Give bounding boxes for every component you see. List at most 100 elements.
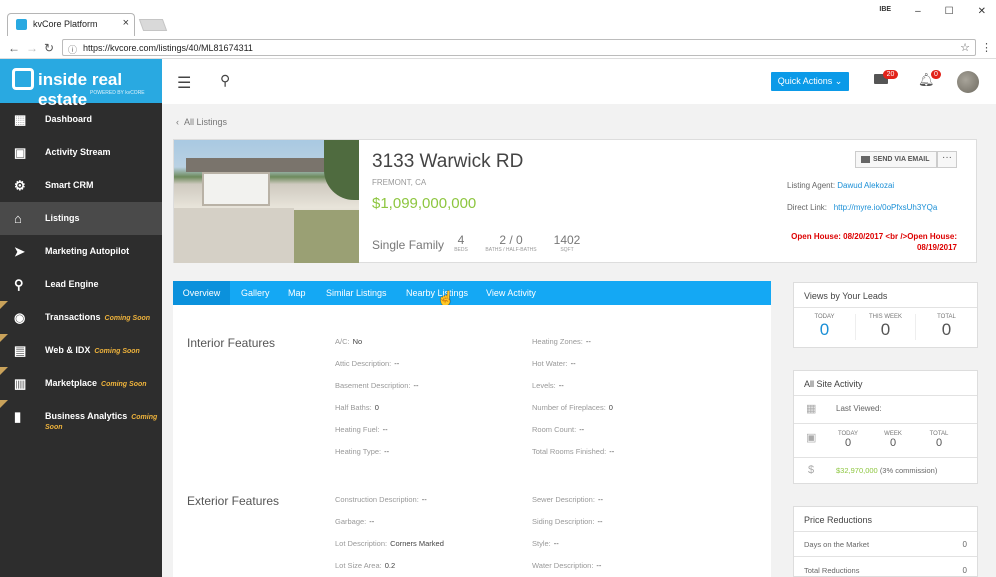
sqft-label: SQFT	[560, 247, 574, 253]
listing-card: 3133 Warwick RD FREMONT, CA $1,099,000,0…	[173, 139, 977, 263]
logo[interactable]: inside real estate POWERED BY kvCORE	[0, 59, 162, 109]
sidebar-item-dashboard[interactable]: ▦ Dashboard	[0, 103, 162, 136]
sidebar-item-smart-crm[interactable]: ⚙ Smart CRM	[0, 169, 162, 202]
feature-row: Sewer Description: --	[532, 495, 603, 504]
beds-stat: 4 BEDS	[451, 233, 471, 253]
activity-week-value: 0	[889, 437, 897, 449]
back-arrow-icon[interactable]: ←	[8, 41, 20, 55]
commission-text: $32,970,000 (3% commission)	[836, 466, 937, 475]
sidebar-item-label: Marketing Autopilot	[45, 246, 130, 256]
coming-soon-corner	[0, 400, 8, 408]
feature-row: Attic Description: --	[335, 359, 399, 368]
avatar[interactable]	[957, 71, 979, 93]
reload-icon[interactable]: ↻	[44, 41, 54, 55]
quick-actions-label: Quick Actions	[777, 76, 833, 86]
feature-row: Heating Zones: --	[532, 337, 591, 346]
days-on-market-value: 0	[962, 540, 967, 549]
new-tab-button[interactable]	[138, 19, 168, 31]
send-via-email-button[interactable]: SEND VIA EMAIL	[855, 151, 937, 168]
info-icon[interactable]: ⓘ	[68, 43, 77, 56]
feature-value: --	[384, 447, 390, 456]
feature-key: Water Description:	[532, 561, 594, 570]
total-reductions-value: 0	[962, 566, 967, 575]
forward-arrow-icon[interactable]: →	[26, 41, 38, 55]
garage-door	[202, 172, 270, 206]
url-input[interactable]: ⓘ https://kvcore.com/listings/40/ML81674…	[62, 39, 976, 56]
feature-row: Water Description: --	[532, 561, 601, 570]
feature-row: Lot Description: Corners Marked	[335, 539, 444, 548]
beds-value: 4	[457, 233, 465, 247]
agent-label: Listing Agent:	[787, 181, 836, 190]
sidebar-item-label: Transactions	[45, 312, 101, 322]
tab-close-icon[interactable]: ×	[123, 17, 129, 29]
sidebar-item-web-idx[interactable]: ▤ Web & IDX Coming Soon	[0, 334, 162, 367]
breadcrumb[interactable]: ‹ All Listings	[176, 117, 227, 127]
tab-overview[interactable]: Overview	[173, 281, 230, 305]
envelope-icon	[861, 156, 870, 163]
feature-key: Attic Description:	[335, 359, 392, 368]
browser-tab[interactable]: kvCore Platform ×	[7, 13, 135, 36]
sidebar-item-business-analytics[interactable]: ▮ Business Analytics Coming Soon	[0, 400, 162, 433]
feature-row: Room Count: --	[532, 425, 584, 434]
sidebar-item-listings[interactable]: ⌂ Listings	[0, 202, 162, 235]
quick-actions-button[interactable]: Quick Actions ⌄	[771, 72, 849, 91]
feature-row: Hot Water: --	[532, 359, 576, 368]
chevron-left-icon: ‹	[176, 117, 179, 127]
feature-key: Construction Description:	[335, 495, 419, 504]
top-bar: ☰ ⚲ Quick Actions ⌄ 20 🔔︎ 0	[162, 59, 996, 104]
window-user-badge: IBE	[879, 6, 892, 13]
tab-map[interactable]: Map	[288, 288, 306, 298]
sidebar-item-transactions[interactable]: ◉ Transactions Coming Soon	[0, 301, 162, 334]
address-bar-row: ← → ↻ ⓘ https://kvcore.com/listings/40/M…	[0, 37, 996, 59]
browser-menu-icon[interactable]: ⋮	[981, 41, 992, 54]
listing-photo[interactable]	[174, 140, 359, 263]
feature-key: Heating Zones:	[532, 337, 583, 346]
paper-plane-icon: ➤	[14, 244, 25, 259]
sidebar-item-marketing-autopilot[interactable]: ➤ Marketing Autopilot	[0, 235, 162, 268]
transactions-icon: ◉	[14, 310, 26, 325]
feature-key: Half Baths:	[335, 403, 372, 412]
tab-similar-listings[interactable]: Similar Listings	[326, 288, 387, 298]
minimize-icon[interactable]: –	[915, 6, 921, 17]
price-reductions-card: Price Reductions Days on the Market 0 To…	[793, 506, 978, 577]
last-viewed-label: Last Viewed:	[836, 404, 882, 413]
maximize-icon[interactable]: ☐	[945, 6, 954, 17]
sidebar-item-label: Lead Engine	[45, 279, 99, 289]
feature-value: --	[558, 381, 564, 390]
feature-value: --	[597, 495, 603, 504]
commission-note: (3% commission)	[879, 466, 938, 475]
sidebar-item-marketplace[interactable]: ▥ Marketplace Coming Soon	[0, 367, 162, 400]
search-icon[interactable]: ⚲	[220, 72, 230, 89]
listing-city: FREMONT, CA	[372, 178, 427, 187]
feature-key: A/C:	[335, 337, 350, 346]
feature-key: Number of Fireplaces:	[532, 403, 606, 412]
close-window-icon[interactable]: ✕	[978, 6, 986, 17]
feature-value: --	[597, 517, 603, 526]
feature-key: Siding Description:	[532, 517, 595, 526]
feature-value: --	[369, 517, 375, 526]
price-reductions-title: Price Reductions	[804, 515, 873, 525]
sidebar-item-activity-stream[interactable]: ▣ Activity Stream	[0, 136, 162, 169]
hamburger-menu-icon[interactable]: ☰	[177, 73, 191, 93]
tab-view-activity[interactable]: View Activity	[486, 288, 536, 298]
dashboard-icon: ▦	[14, 112, 27, 127]
feature-row: Heating Type: --	[335, 447, 389, 456]
sidebar-item-lead-engine[interactable]: ⚲ Lead Engine	[0, 268, 162, 301]
direct-link-label: Direct Link:	[787, 203, 828, 212]
coming-soon-corner	[0, 367, 8, 375]
bookmark-star-icon[interactable]: ☆	[960, 41, 970, 54]
feature-row: Siding Description: --	[532, 517, 603, 526]
views-card-title: Views by Your Leads	[804, 291, 888, 301]
agent-name-link[interactable]: Dawud Alekozai	[837, 181, 894, 190]
more-options-button[interactable]: ···	[937, 151, 957, 168]
feature-row: Heating Fuel: --	[335, 425, 388, 434]
direct-link-url[interactable]: http://myre.io/0oPfxsUh3YQa	[834, 203, 938, 212]
interior-features-title: Interior Features	[187, 336, 276, 350]
feature-key: Lot Description:	[335, 539, 388, 548]
feature-value: No	[352, 337, 363, 346]
feature-row: Style: --	[532, 539, 559, 548]
tab-title: kvCore Platform	[33, 19, 98, 29]
feature-value: --	[413, 381, 419, 390]
tab-gallery[interactable]: Gallery	[241, 288, 270, 298]
views-week-value: 0	[880, 320, 891, 339]
